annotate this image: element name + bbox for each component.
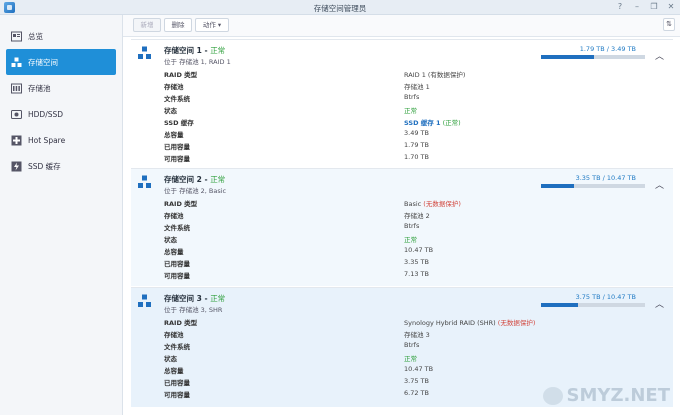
sidebar-item-hot-spare[interactable]: Hot Spare bbox=[6, 127, 116, 153]
detail-row: 状态 正常 bbox=[164, 107, 417, 115]
collapse-chevron-icon[interactable]: ︿ bbox=[655, 178, 664, 191]
drive-icon bbox=[11, 109, 22, 120]
detail-row: 总容量 10.47 TB bbox=[164, 365, 434, 375]
sidebar: 总览 存储空间 存储池 HDD/SSD Hot Spare SSD 缓存 bbox=[0, 15, 123, 415]
capacity-bar bbox=[541, 303, 645, 307]
volume-name: 存储空间 2 - 正常 bbox=[164, 175, 226, 184]
volume-icon bbox=[11, 57, 22, 68]
detail-row: 可用容量 7.13 TB bbox=[164, 270, 429, 280]
detail-row: 已用容量 1.79 TB bbox=[164, 141, 429, 151]
capacity-bar bbox=[541, 184, 645, 188]
detail-row: 存储池 存储池 2 bbox=[164, 212, 430, 220]
detail-row: 总容量 3.49 TB bbox=[164, 129, 429, 139]
capacity-text: 3.35 TB / 10.47 TB bbox=[575, 174, 636, 182]
sidebar-item-label: HDD/SSD bbox=[28, 109, 64, 119]
volume-location: 位于 存储池 2, Basic bbox=[164, 187, 227, 195]
sidebar-item-hdd-ssd[interactable]: HDD/SSD bbox=[6, 101, 116, 127]
maximize-icon[interactable]: ❐ bbox=[649, 2, 659, 12]
detail-row: 文件系统 Btrfs bbox=[164, 93, 420, 103]
volume-panel-1[interactable]: 存储空间 1 - 正常 位于 存储池 1, RAID 1 1.79 TB / 3… bbox=[131, 39, 673, 167]
hot-spare-icon bbox=[11, 135, 22, 146]
detail-row: 存储池 存储池 1 bbox=[164, 83, 430, 91]
watermark: SMYZ.NET bbox=[542, 385, 670, 406]
sidebar-item-label: 存储空间 bbox=[28, 57, 58, 67]
sidebar-item-label: Hot Spare bbox=[28, 135, 66, 145]
sidebar-item-storage-pool[interactable]: 存储池 bbox=[6, 75, 116, 101]
capacity-bar-fill bbox=[541, 184, 575, 188]
overview-icon bbox=[11, 31, 22, 42]
sidebar-item-label: 总览 bbox=[28, 31, 43, 41]
detail-row: 状态 正常 bbox=[164, 355, 417, 363]
capacity-text: 3.75 TB / 10.47 TB bbox=[575, 293, 636, 301]
volume-location: 位于 存储池 3, SHR bbox=[164, 306, 223, 314]
sidebar-item-ssd-cache[interactable]: SSD 缓存 bbox=[6, 153, 116, 179]
ssd-cache-icon bbox=[11, 161, 22, 172]
detail-row: RAID 类型 Basic (无数据保护) bbox=[164, 200, 461, 208]
new-button[interactable]: 新增 bbox=[133, 18, 161, 32]
sidebar-item-label: SSD 缓存 bbox=[28, 161, 61, 171]
volume-location: 位于 存储池 1, RAID 1 bbox=[164, 58, 231, 66]
volume-icon bbox=[138, 294, 151, 307]
storage-pool-icon bbox=[11, 83, 22, 94]
capacity-bar-fill bbox=[541, 303, 579, 307]
sidebar-item-label: 存储池 bbox=[28, 83, 51, 93]
minimize-icon[interactable]: – bbox=[632, 2, 642, 12]
detail-row: 存储池 存储池 3 bbox=[164, 331, 430, 339]
collapse-chevron-icon[interactable]: ︿ bbox=[655, 49, 664, 62]
watermark-logo-icon bbox=[542, 386, 563, 405]
detail-row: 已用容量 3.35 TB bbox=[164, 258, 429, 268]
action-dropdown-button[interactable]: 动作 ▾ bbox=[195, 18, 229, 32]
volume-name: 存储空间 3 - 正常 bbox=[164, 294, 226, 303]
detail-row: 文件系统 Btrfs bbox=[164, 222, 420, 232]
capacity-bar bbox=[541, 55, 645, 59]
collapse-chevron-icon[interactable]: ︿ bbox=[655, 297, 664, 310]
capacity-bar-fill bbox=[541, 55, 595, 59]
sort-icon[interactable]: ⇅ bbox=[663, 18, 675, 31]
help-icon[interactable]: ? bbox=[615, 2, 625, 12]
capacity-text: 1.79 TB / 3.49 TB bbox=[579, 45, 636, 53]
sidebar-item-volume[interactable]: 存储空间 bbox=[6, 49, 116, 75]
window-title: 存储空间管理员 bbox=[313, 4, 367, 13]
volume-list: 存储空间 1 - 正常 位于 存储池 1, RAID 1 1.79 TB / 3… bbox=[123, 37, 680, 415]
volume-icon bbox=[138, 175, 151, 188]
window-controls: ? – ❐ ✕ bbox=[615, 2, 676, 12]
sidebar-item-overview[interactable]: 总览 bbox=[6, 23, 116, 49]
detail-row: RAID 类型 Synology Hybrid RAID (SHR) (无数据保护… bbox=[164, 319, 536, 327]
title-bar: 存储空间管理员 ? – ❐ ✕ bbox=[0, 0, 680, 15]
close-icon[interactable]: ✕ bbox=[666, 2, 676, 12]
toolbar: 新增 删除 动作 ▾ ⇅ bbox=[123, 15, 680, 37]
ssd-cache-link[interactable]: SSD 缓存 1 bbox=[404, 119, 441, 127]
detail-row: SSD 缓存 SSD 缓存 1 (正常) bbox=[164, 119, 461, 127]
detail-row: 状态 正常 bbox=[164, 236, 417, 244]
delete-button[interactable]: 删除 bbox=[164, 18, 192, 32]
detail-row: 总容量 10.47 TB bbox=[164, 246, 434, 256]
volume-panel-2[interactable]: 存储空间 2 - 正常 位于 存储池 2, Basic 3.35 TB / 10… bbox=[131, 168, 673, 286]
detail-row: RAID 类型 RAID 1 (有数据保护) bbox=[164, 71, 466, 79]
detail-row: 文件系统 Btrfs bbox=[164, 341, 420, 351]
volume-icon bbox=[138, 46, 151, 59]
volume-name: 存储空间 1 - 正常 bbox=[164, 46, 226, 55]
detail-row: 可用容量 1.70 TB bbox=[164, 153, 429, 163]
